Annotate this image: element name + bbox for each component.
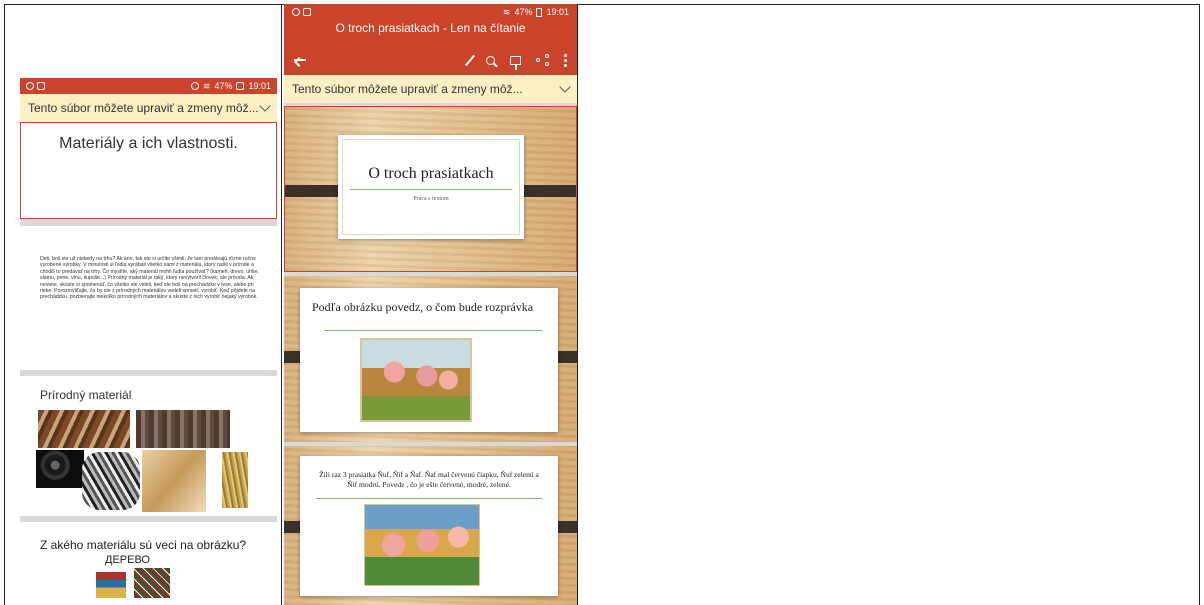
chevron-down-icon[interactable]	[559, 81, 571, 93]
three-pigs-image	[360, 338, 472, 422]
wood-logs-image	[38, 410, 130, 448]
content-card: Žili raz 3 prasiatka Ňuf, Ňif a Ňaf. Ňaf…	[300, 456, 558, 596]
books-image	[96, 572, 126, 598]
battery-level: 47%	[514, 7, 533, 17]
three-pigs-colors-image	[364, 504, 480, 586]
slide-thumbnail-3[interactable]: Prírodný materiál	[20, 376, 277, 516]
column-divider	[281, 5, 282, 605]
share-icon[interactable]	[536, 54, 549, 66]
clock: 19:01	[546, 7, 569, 17]
gallery-icon	[37, 82, 45, 90]
chevron-down-icon[interactable]	[259, 100, 271, 112]
status-bar: ≋ 47% 19:01	[284, 4, 577, 20]
wifi-icon: ≋	[202, 80, 211, 91]
more-options-icon[interactable]	[564, 53, 567, 67]
slide-thumbnail-4[interactable]: Z akého materiálu sú veci na obrázku? ДЕ…	[20, 522, 277, 605]
title-rule	[316, 498, 542, 499]
document-title: O troch prasiatkach - Len na čítanie	[335, 21, 526, 35]
slide-subtitle: ДЕРЕВО	[105, 554, 150, 566]
straw-image	[222, 452, 248, 508]
corn-husk-image	[142, 450, 206, 512]
clock: 19:01	[248, 81, 271, 91]
alarm-icon	[190, 82, 199, 90]
slide-title: O troch prasiatkach	[368, 165, 494, 182]
edit-banner[interactable]: Tento súbor môžete upraviť a zmeny môž..…	[20, 94, 277, 122]
coal-image	[36, 450, 84, 488]
slide-title: Prírodný materiál	[40, 388, 132, 402]
title-rule	[350, 189, 512, 190]
title-rule	[324, 330, 542, 331]
wifi-icon: ≋	[502, 6, 511, 17]
feathers-image	[82, 452, 140, 510]
search-icon[interactable]	[486, 55, 495, 65]
toolbar-actions	[284, 48, 577, 72]
plant-image	[134, 568, 170, 598]
slide-3[interactable]: Žili raz 3 prasiatka Ňuf, Ňif a Ňaf. Ňaf…	[284, 446, 577, 605]
banner-text: Tento súbor môžete upraviť a zmeny môž..…	[28, 101, 259, 115]
slide-title: Podľa obrázku povedz, o čom bude rozpráv…	[312, 300, 534, 314]
slide-title: Materiály a ich vlastnosti.	[59, 135, 238, 152]
edit-pencil-icon[interactable]	[465, 54, 475, 66]
right-phone-screen: ≋ 47% 19:01 O troch prasiatkach - Len na…	[284, 4, 577, 605]
slide-2[interactable]: Podľa obrázku povedz, o čom bude rozpráv…	[284, 276, 577, 442]
slide-body-text: Deti, boli ste už niekedy na trhu? Ak án…	[40, 256, 259, 301]
battery-level: 47%	[214, 81, 233, 91]
left-phone-screen: ≋ 47% 19:01 Tento súbor môžete upraviť a…	[20, 78, 277, 605]
app-toolbar: ≋ 47% 19:01 O troch prasiatkach - Len na…	[284, 4, 577, 75]
title-card: O troch prasiatkach Práca s textom	[338, 135, 524, 239]
present-icon[interactable]	[510, 55, 521, 70]
notification-icon	[26, 82, 34, 90]
notification-icon	[292, 8, 300, 16]
slide-1[interactable]: O troch prasiatkach Práca s textom	[284, 106, 577, 272]
slide-title: Z akého materiálu sú veci na obrázku?	[40, 538, 247, 552]
slide-body-text: Žili raz 3 prasiatka Ňuf, Ňif a Ňaf. Ňaf…	[319, 470, 539, 489]
gallery-icon	[303, 8, 311, 16]
content-card: Podľa obrázku povedz, o čom bude rozpráv…	[300, 288, 558, 432]
slide-thumbnail-1[interactable]: Materiály a ich vlastnosti.	[20, 122, 277, 219]
slide-thumbnail-2[interactable]: Deti, boli ste už niekedy na trhu? Ak án…	[20, 226, 277, 370]
back-arrow-icon[interactable]	[294, 59, 306, 61]
battery-icon	[536, 7, 543, 17]
status-bar: ≋ 47% 19:01	[20, 78, 277, 94]
bark-image	[136, 410, 230, 448]
edit-banner[interactable]: Tento súbor môžete upraviť a zmeny môž..…	[284, 75, 577, 103]
column-divider	[577, 5, 578, 605]
banner-text: Tento súbor môžete upraviť a zmeny môž..…	[292, 82, 523, 96]
slide-subtitle: Práca s textom	[413, 196, 449, 202]
battery-icon	[236, 82, 245, 90]
